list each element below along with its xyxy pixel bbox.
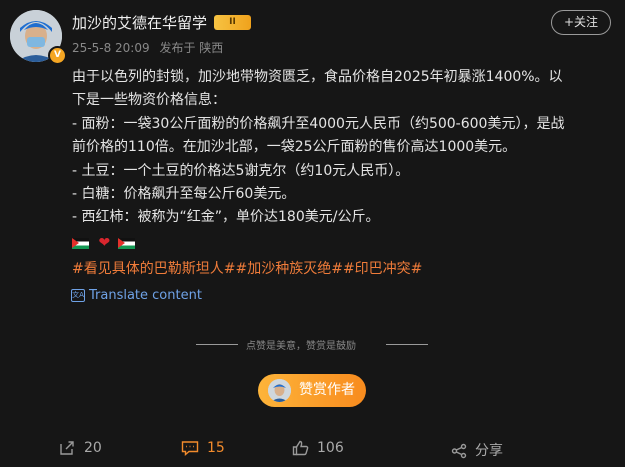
- share-label: 分享: [475, 443, 503, 459]
- like-icon: [292, 440, 309, 456]
- divider-left: [196, 344, 238, 345]
- divider-right: [386, 344, 428, 345]
- comment-button[interactable]: 15: [181, 440, 225, 457]
- broken-heart-icon: ❤: [98, 235, 111, 251]
- content-line: - 土豆：一个土豆的价格达5谢克尔（约10元人民币）。: [72, 162, 410, 179]
- author-name[interactable]: 加沙的艾德在华留学: [72, 12, 207, 33]
- translate-icon: 文A: [71, 289, 85, 302]
- comment-count: 15: [207, 440, 225, 456]
- post-content: 由于以色列的封锁，加沙地带物资匮乏，食品价格自2025年初暴涨1400%。以 下…: [72, 66, 620, 230]
- verified-badge: V: [48, 46, 67, 65]
- level-badge[interactable]: II: [214, 15, 251, 30]
- content-line: - 白糖：价格飙升至每公斤60美元。: [72, 185, 296, 202]
- hashtags: #看见具体的巴勒斯坦人##加沙种族灭绝##印巴冲突#: [72, 258, 422, 278]
- emoji-row: ❤: [72, 235, 137, 251]
- reward-button-label: 赞赏作者: [299, 382, 355, 398]
- palestine-flag-icon: [72, 237, 89, 249]
- content-line: - 西红柿：被称为“红金”，单价达180美元/公斤。: [72, 209, 380, 226]
- translate-label: Translate content: [89, 288, 202, 303]
- reward-author-button[interactable]: 赞赏作者: [258, 374, 366, 407]
- like-count: 106: [317, 440, 344, 456]
- post-meta: 25-5-8 20:09 发布于 陕西: [72, 39, 229, 56]
- content-line: 下是一些物资价格信息：: [72, 92, 226, 109]
- content-line: 前价格的110倍。在加沙北部，一袋25公斤面粉的售价高达1000美元。: [72, 139, 517, 156]
- post-source: 发布于 陕西: [159, 41, 224, 55]
- share-icon: [451, 443, 467, 459]
- hashtag-link[interactable]: #看见具体的巴勒斯坦人#: [72, 261, 235, 277]
- repost-button[interactable]: 20: [59, 440, 102, 456]
- follow-button[interactable]: +关注: [551, 10, 611, 35]
- comment-icon: [181, 441, 199, 457]
- palestine-flag-icon: [117, 237, 135, 249]
- content-line: 由于以色列的封锁，加沙地带物资匮乏，食品价格自2025年初暴涨1400%。以: [72, 69, 563, 85]
- like-button[interactable]: 106: [292, 440, 344, 456]
- hashtag-link[interactable]: #印巴冲突#: [343, 261, 422, 277]
- repost-icon: [60, 441, 74, 455]
- content-line: - 面粉：一袋30公斤面粉的价格飙升至4000元人民币（约500-600美元），…: [72, 115, 565, 132]
- translate-link[interactable]: 文A Translate content: [71, 288, 202, 303]
- share-button[interactable]: 分享: [451, 440, 503, 460]
- repost-count: 20: [84, 440, 102, 456]
- reward-tip: 点赞是美意，赞赏是鼓励: [246, 341, 356, 352]
- action-bar-fade: [560, 436, 625, 466]
- post-time[interactable]: 25-5-8 20:09: [72, 41, 150, 55]
- hashtag-link[interactable]: #加沙种族灭绝#: [235, 261, 342, 277]
- reward-avatar: [268, 379, 291, 402]
